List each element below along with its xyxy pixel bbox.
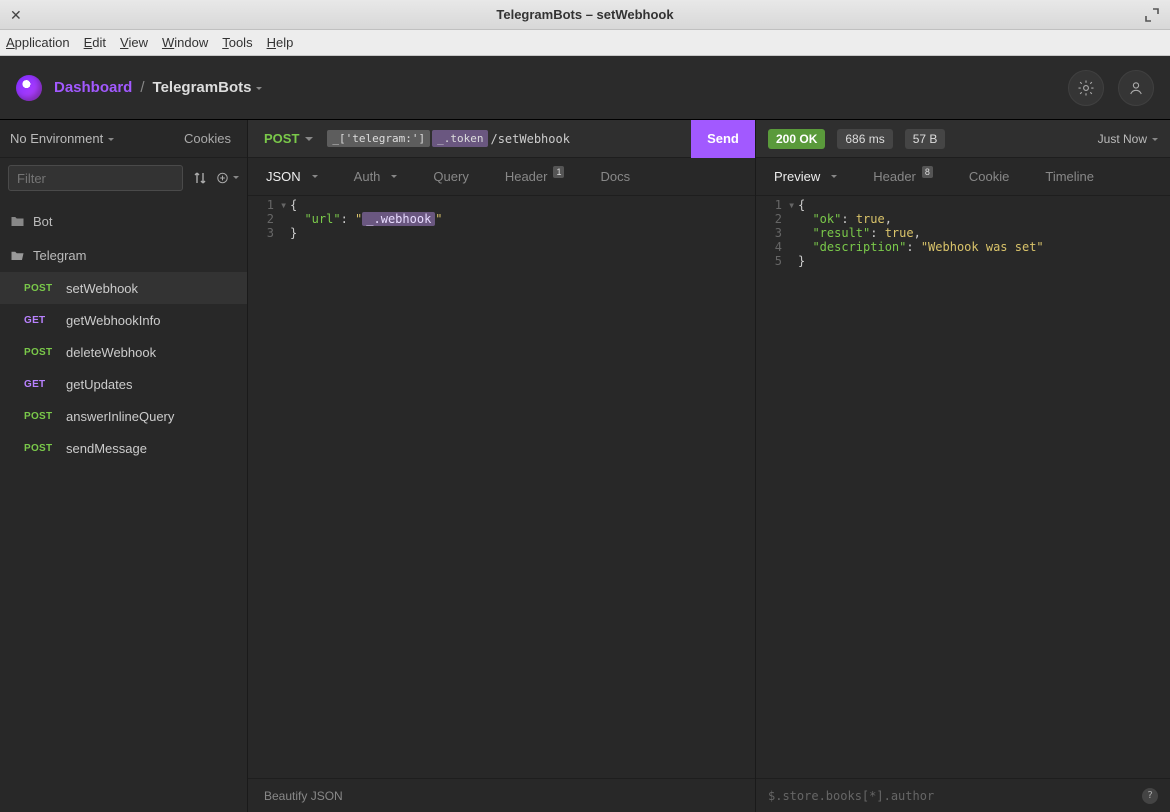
request-item-answerinlinequery[interactable]: POST answerInlineQuery: [0, 400, 247, 432]
method-badge: GET: [24, 315, 56, 326]
jsonpath-input-row: $.store.books[*].author ?: [756, 778, 1170, 812]
jsonpath-placeholder[interactable]: $.store.books[*].author: [768, 789, 934, 803]
folder-label: Telegram: [33, 248, 86, 263]
url-var-telegram: _['telegram:']: [327, 130, 430, 147]
window-title: TelegramBots – setWebhook: [0, 7, 1170, 22]
menu-tools[interactable]: Tools: [222, 35, 252, 50]
tab-header[interactable]: Header1: [487, 158, 583, 195]
menubar: Application Edit View Window Tools Help: [0, 30, 1170, 56]
request-item-deletewebhook[interactable]: POST deleteWebhook: [0, 336, 247, 368]
beautify-json-link[interactable]: Beautify JSON: [264, 789, 343, 803]
tab-preview[interactable]: Preview: [756, 158, 855, 195]
url-var-token: _.token: [432, 130, 488, 147]
tab-query[interactable]: Query: [415, 158, 486, 195]
status-badge: 200 OK: [768, 129, 825, 149]
response-status-bar: 200 OK 686 ms 57 B Just Now: [756, 120, 1170, 158]
request-name: getUpdates: [66, 377, 133, 392]
breadcrumb: Dashboard / TelegramBots: [54, 79, 262, 96]
request-item-getupdates[interactable]: GET getUpdates: [0, 368, 247, 400]
filter-input[interactable]: [8, 165, 183, 191]
folder-icon: [10, 214, 25, 229]
request-name: getWebhookInfo: [66, 313, 160, 328]
tab-timeline[interactable]: Timeline: [1027, 158, 1112, 195]
main-area: No Environment Cookies Bot Telegram POST: [0, 120, 1170, 812]
breadcrumb-separator: /: [140, 79, 144, 96]
request-name: setWebhook: [66, 281, 138, 296]
method-badge: POST: [24, 411, 56, 422]
menu-window[interactable]: Window: [162, 35, 208, 50]
response-body-viewer[interactable]: 1▾{ 2 "ok": true, 3 "result": true, 4 "d…: [756, 196, 1170, 778]
help-icon[interactable]: ?: [1142, 788, 1158, 804]
folder-label: Bot: [33, 214, 53, 229]
gear-icon: [1077, 79, 1095, 97]
response-panel: 200 OK 686 ms 57 B Just Now Preview Head…: [756, 120, 1170, 812]
time-badge: 686 ms: [837, 129, 892, 149]
breadcrumb-project[interactable]: TelegramBots: [153, 79, 263, 96]
tab-auth[interactable]: Auth: [336, 158, 416, 195]
method-badge: GET: [24, 379, 56, 390]
environment-selector[interactable]: No Environment: [10, 131, 184, 146]
method-badge: POST: [24, 443, 56, 454]
request-name: sendMessage: [66, 441, 147, 456]
request-name: deleteWebhook: [66, 345, 156, 360]
url-input[interactable]: _['telegram:'] _.token /setWebhook: [327, 130, 677, 147]
request-item-getwebhookinfo[interactable]: GET getWebhookInfo: [0, 304, 247, 336]
menu-edit[interactable]: Edit: [84, 35, 106, 50]
folder-open-icon: [10, 248, 25, 263]
account-button[interactable]: [1118, 70, 1154, 106]
request-item-setwebhook[interactable]: POST setWebhook: [0, 272, 247, 304]
method-selector[interactable]: POST: [264, 131, 313, 146]
method-badge: POST: [24, 347, 56, 358]
request-body-editor[interactable]: 1▾{ 2 "url": "_.webhook" 3 }: [248, 196, 755, 778]
request-item-sendmessage[interactable]: POST sendMessage: [0, 432, 247, 464]
url-bar: POST _['telegram:'] _.token /setWebhook …: [248, 120, 755, 158]
request-panel: POST _['telegram:'] _.token /setWebhook …: [248, 120, 756, 812]
maximize-icon[interactable]: [1144, 7, 1160, 23]
folder-telegram[interactable]: Telegram: [0, 238, 247, 272]
tab-body[interactable]: JSON: [248, 158, 336, 195]
send-button[interactable]: Send: [691, 120, 755, 158]
request-tree: Bot Telegram POST setWebhook GET getWebh…: [0, 198, 247, 464]
window-titlebar: ✕ TelegramBots – setWebhook: [0, 0, 1170, 30]
sidebar-top: No Environment Cookies: [0, 120, 247, 158]
user-icon: [1127, 79, 1145, 97]
request-footer: Beautify JSON: [248, 778, 755, 812]
app-header: Dashboard / TelegramBots: [0, 56, 1170, 120]
sidebar: No Environment Cookies Bot Telegram POST: [0, 120, 248, 812]
cookies-link[interactable]: Cookies: [184, 131, 237, 146]
resp-header-count-badge: 8: [922, 166, 933, 178]
tab-docs[interactable]: Docs: [582, 158, 648, 195]
sidebar-filter-row: [0, 158, 247, 198]
sort-icon[interactable]: [189, 167, 211, 189]
menu-view[interactable]: View: [120, 35, 148, 50]
tab-resp-header[interactable]: Header8: [855, 158, 951, 195]
method-badge: POST: [24, 283, 56, 294]
tab-cookie[interactable]: Cookie: [951, 158, 1027, 195]
request-tabs: JSON Auth Query Header1 Docs: [248, 158, 755, 196]
menu-help[interactable]: Help: [267, 35, 294, 50]
url-path: /setWebhook: [490, 132, 569, 146]
app-logo-icon: [16, 75, 42, 101]
response-tabs: Preview Header8 Cookie Timeline: [756, 158, 1170, 196]
folder-bot[interactable]: Bot: [0, 204, 247, 238]
add-request-button[interactable]: [217, 167, 239, 189]
size-badge: 57 B: [905, 129, 946, 149]
breadcrumb-dashboard[interactable]: Dashboard: [54, 79, 132, 96]
menu-application[interactable]: Application: [6, 35, 70, 50]
request-name: answerInlineQuery: [66, 409, 174, 424]
settings-button[interactable]: [1068, 70, 1104, 106]
history-dropdown[interactable]: Just Now: [1098, 132, 1158, 146]
header-count-badge: 1: [553, 166, 564, 178]
